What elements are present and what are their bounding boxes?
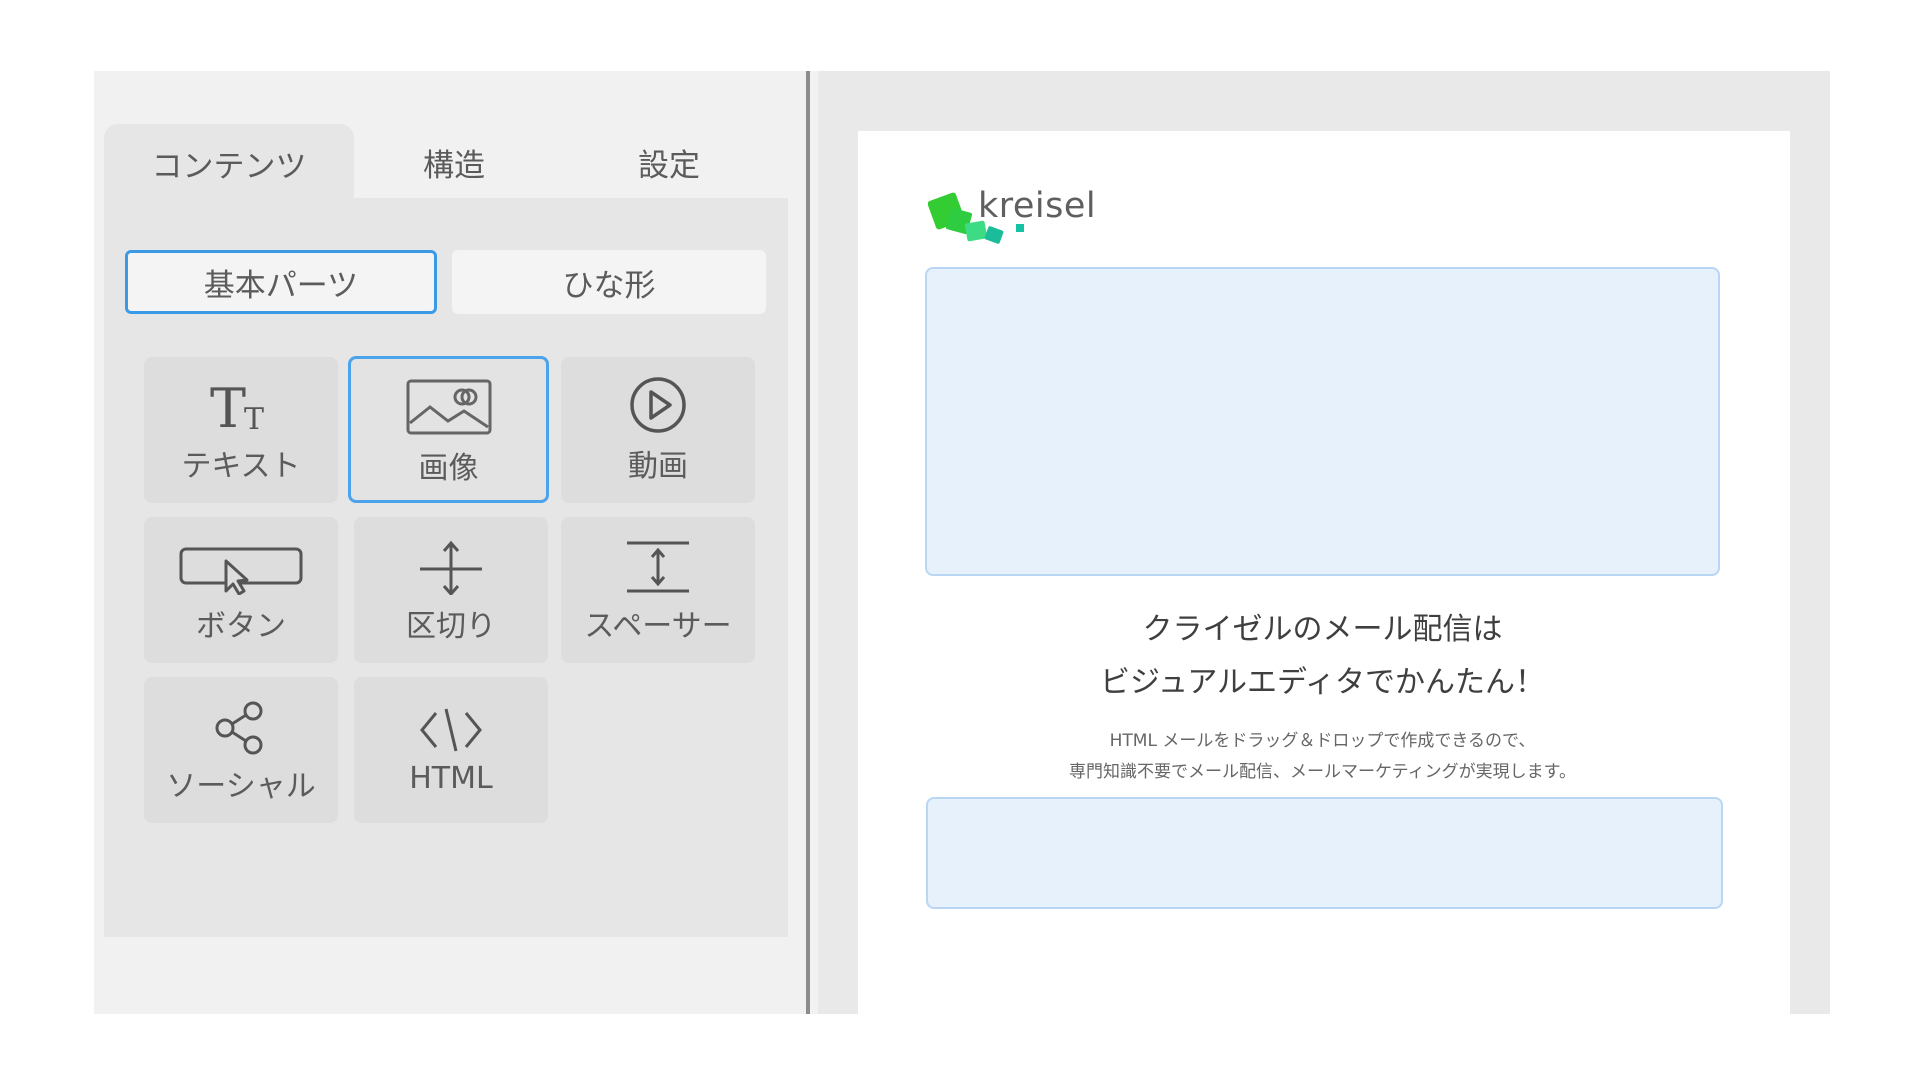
part-label: スペーサー — [584, 609, 732, 644]
part-divider[interactable]: 区切り — [354, 517, 548, 663]
button-cursor-icon — [144, 517, 338, 595]
code-icon — [354, 677, 548, 755]
play-icon — [561, 357, 755, 435]
segment-basic-parts[interactable]: 基本パーツ — [125, 250, 437, 314]
svg-text:T: T — [210, 377, 246, 435]
part-label: テキスト — [181, 449, 301, 484]
body-text-line-1: HTML メールをドラッグ＆ドロップで作成できるので、 — [1109, 731, 1536, 751]
part-text[interactable]: T T テキスト — [144, 357, 338, 503]
part-label: ソーシャル — [166, 769, 316, 804]
part-image[interactable]: 画像 — [348, 356, 549, 503]
part-html[interactable]: HTML — [354, 677, 548, 823]
svg-text:T: T — [244, 402, 264, 435]
tab-settings[interactable]: 設定 — [554, 124, 784, 200]
part-label: 区切り — [406, 609, 496, 644]
part-label: 画像 — [418, 451, 479, 486]
tab-structure[interactable]: 構造 — [354, 124, 554, 200]
image-icon — [351, 359, 546, 437]
body-text-line-2: 専門知識不要でメール配信、メールマーケティングが実現します。 — [1069, 762, 1576, 782]
part-button[interactable]: ボタン — [144, 517, 338, 663]
spacer-icon — [561, 517, 755, 595]
headline-line-2: ビジュアルエディタでかんたん！ — [1100, 665, 1545, 700]
divider-icon — [354, 517, 548, 595]
image-placeholder[interactable] — [925, 267, 1720, 576]
tab-contents[interactable]: コンテンツ — [104, 124, 354, 202]
part-label: ボタン — [196, 609, 286, 644]
text-icon: T T — [144, 357, 338, 435]
part-social[interactable]: ソーシャル — [144, 677, 338, 823]
part-spacer[interactable]: スペーサー — [561, 517, 755, 663]
share-icon — [144, 677, 338, 755]
part-label: HTML — [409, 761, 493, 796]
panel-divider[interactable] — [806, 71, 810, 1014]
part-video[interactable]: 動画 — [561, 357, 755, 503]
part-label: 動画 — [628, 449, 688, 484]
headline-line-1: クライゼルのメール配信は — [1142, 612, 1503, 647]
segment-templates[interactable]: ひな形 — [452, 250, 766, 314]
button-placeholder[interactable] — [926, 797, 1723, 909]
logo-text: kreisel — [978, 186, 1097, 226]
